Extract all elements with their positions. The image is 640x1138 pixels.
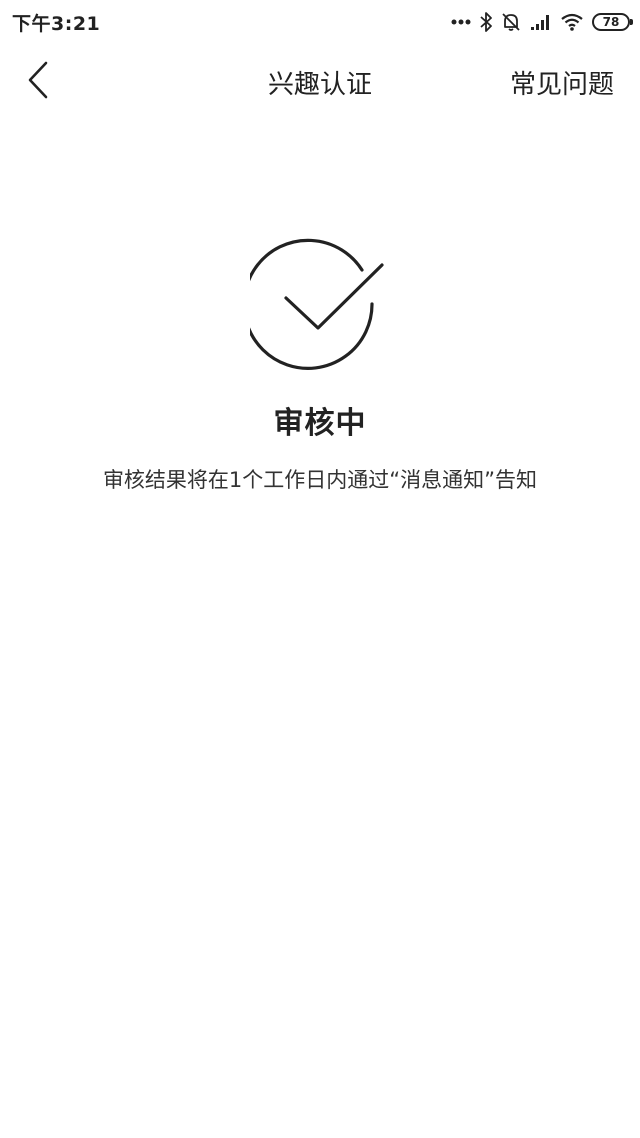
status-heading: 审核中: [273, 406, 367, 441]
status-icons: 78: [451, 8, 633, 36]
status-bar: 下午3:21 78: [0, 0, 640, 44]
bluetooth-icon: [480, 12, 492, 32]
battery-icon: 78: [592, 13, 633, 31]
status-time: 下午3:21: [12, 13, 101, 35]
more-dots-icon: [451, 19, 471, 25]
check-circle-icon: [242, 234, 390, 374]
faq-link[interactable]: 常见问题: [510, 64, 614, 101]
mute-bell-icon: [501, 12, 521, 32]
wifi-icon: [561, 13, 583, 31]
signal-icon: [530, 13, 552, 31]
nav-bar: 兴趣认证 常见问题: [0, 44, 640, 120]
status-message: 审核结果将在1个工作日内通过“消息通知”告知: [102, 468, 538, 492]
